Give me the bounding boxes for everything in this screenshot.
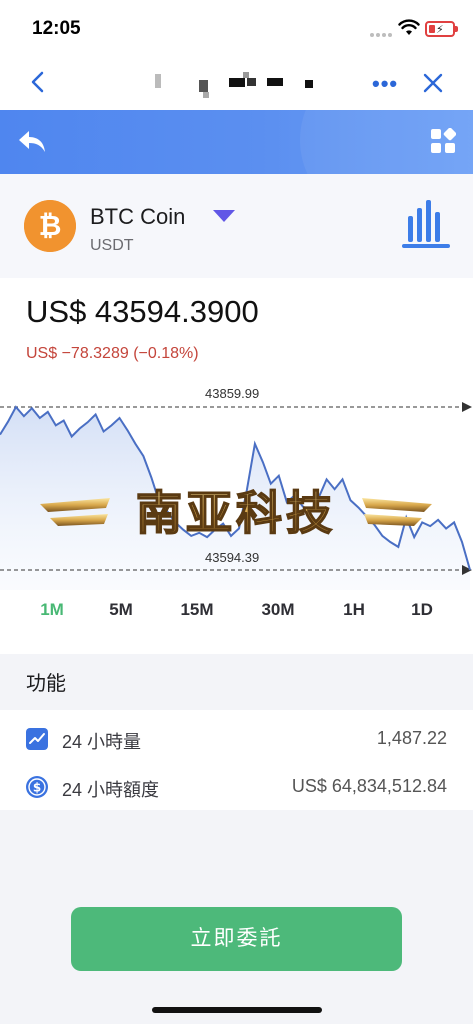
range-tab-5m[interactable]: 5M: [91, 600, 151, 620]
range-tab-1m[interactable]: 1M: [22, 600, 82, 620]
time-range-tabs: 1M 5M 15M 30M 1H 1D: [0, 600, 473, 630]
grid-menu-icon[interactable]: [430, 128, 456, 154]
feature-value: US$ 64,834,512.84: [291, 776, 447, 796]
reply-arrow-icon[interactable]: [16, 128, 48, 156]
price-chart-card: US$ 43594.3900 US$ −78.3289 (−0.18%) 438…: [0, 278, 473, 654]
range-tab-15m[interactable]: 15M: [167, 600, 227, 620]
dollar-coin-icon: $: [26, 776, 48, 798]
feature-value: 1,487.22: [376, 728, 447, 748]
coin-name: BTC Coin: [90, 204, 186, 229]
feature-label: 24 小時額度: [62, 780, 160, 800]
bitcoin-symbol: ₿: [39, 209, 62, 242]
high-value-label: 43859.99: [205, 386, 260, 401]
close-icon[interactable]: [420, 70, 446, 96]
trend-chart-icon: [26, 728, 48, 750]
back-chevron-icon[interactable]: [26, 68, 52, 96]
wifi-icon: [398, 19, 420, 35]
range-tab-1d[interactable]: 1D: [392, 600, 452, 620]
current-price: US$ 43594.3900: [26, 294, 259, 329]
place-order-button[interactable]: 立即委託: [71, 907, 402, 971]
home-indicator: [152, 1007, 322, 1013]
status-time: 12:05: [32, 18, 81, 39]
range-tab-30m[interactable]: 30M: [248, 600, 308, 620]
low-value-label: 43594.39: [205, 550, 260, 565]
coin-selector[interactable]: ₿ BTC Coin USDT: [0, 174, 473, 278]
battery-icon: ⚡: [425, 21, 458, 37]
watermark-text: 南亚科技: [136, 486, 336, 540]
price-change: US$ −78.3289 (−0.18%): [26, 345, 199, 362]
more-options-button[interactable]: •••: [372, 71, 398, 97]
nav-bar: •••: [0, 54, 473, 110]
feature-label: 24 小時量: [62, 732, 142, 752]
bitcoin-logo-icon: ₿: [24, 200, 76, 252]
coin-quote-currency: USDT: [90, 237, 134, 254]
range-tab-1h[interactable]: 1H: [324, 600, 384, 620]
feature-row-volume: 24 小時量 1,487.22: [0, 714, 473, 762]
features-section-header: 功能: [0, 654, 473, 710]
feature-row-amount: $ 24 小時額度 US$ 64,834,512.84: [0, 762, 473, 810]
status-bar: 12:05 ⚡: [0, 0, 473, 54]
features-title: 功能: [26, 673, 66, 695]
company-logo-watermark: 南亚科技: [40, 485, 432, 541]
redacted-page-title: [155, 72, 325, 98]
dropdown-triangle-icon[interactable]: [213, 210, 235, 222]
blue-header-bar: [0, 110, 473, 174]
svg-text:$: $: [33, 781, 41, 795]
bar-chart-icon[interactable]: [400, 198, 452, 250]
features-list: 24 小時量 1,487.22 $ 24 小時額度 US$ 64,834,512…: [0, 710, 473, 810]
